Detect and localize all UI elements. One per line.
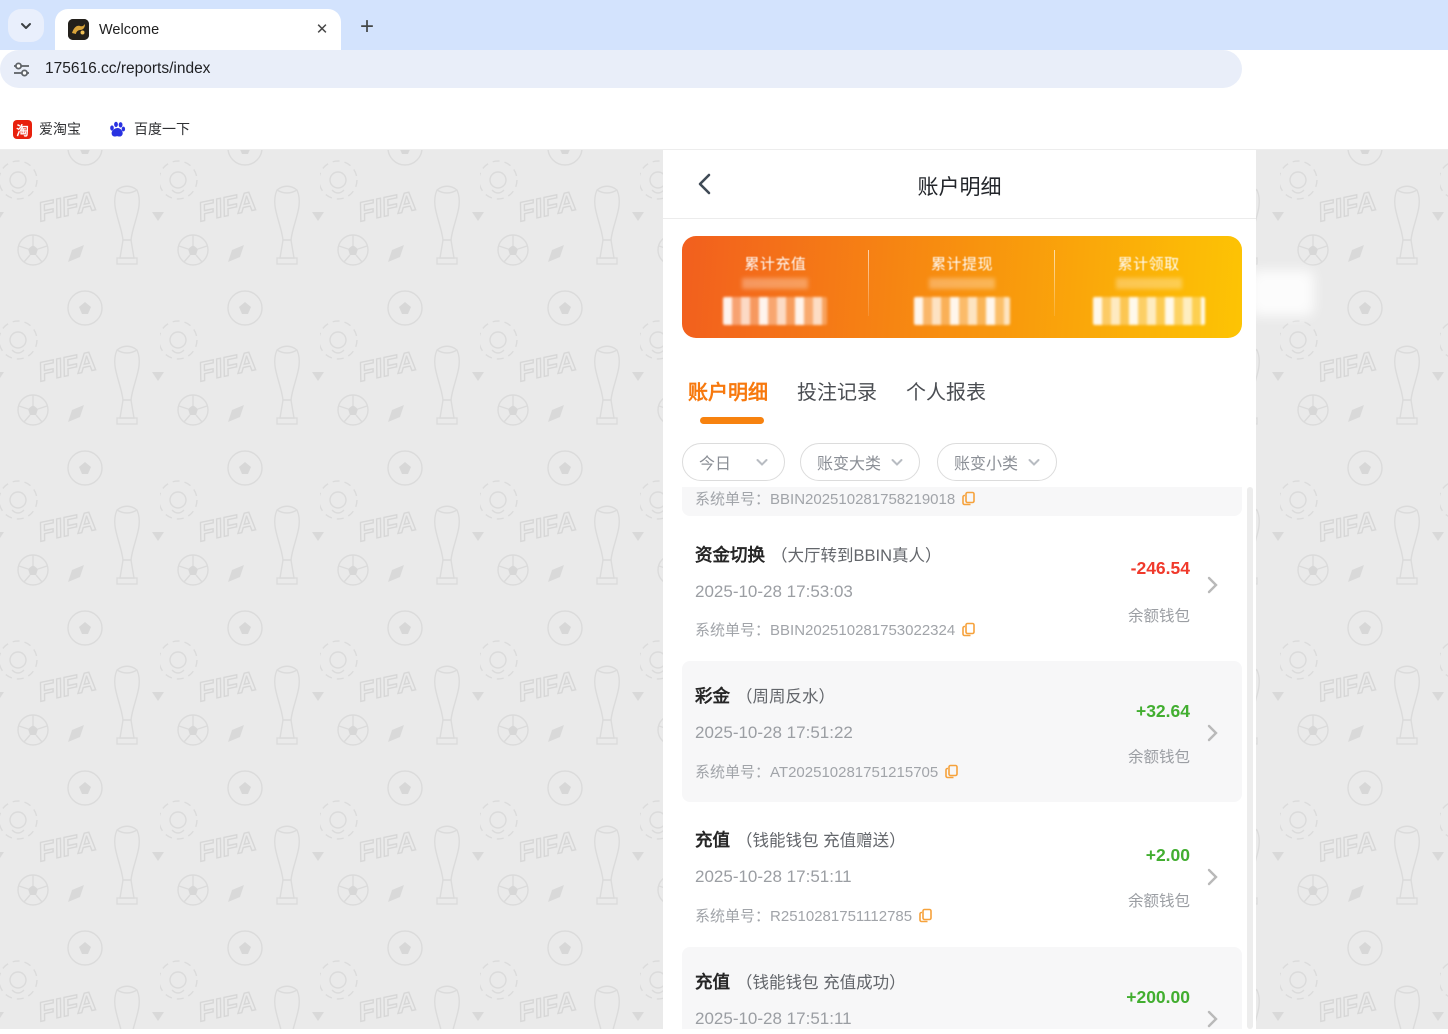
record-row-transfer[interactable]: 资金切换 （大厅转到BBIN真人） -246.54 2025-10-28 17:5…	[682, 530, 1242, 661]
record-amount: +2.00	[1146, 845, 1190, 866]
active-tab-underline	[700, 417, 764, 424]
record-type: 彩金	[695, 686, 730, 706]
browser-toolbar: 175616.cc/reports/index	[0, 50, 1448, 108]
tab-close-icon[interactable]: ✕	[313, 21, 331, 39]
tab-search-button[interactable]	[8, 9, 44, 42]
bookmark-label: 百度一下	[134, 119, 190, 139]
panel-scrollbar[interactable]	[1247, 487, 1253, 1029]
chevron-right-icon	[1202, 867, 1222, 887]
blurred-value	[1093, 297, 1205, 325]
serial-row: 系统单号：AT202510281751215705	[695, 761, 960, 782]
blurred-value	[723, 297, 827, 325]
chevron-right-icon	[1202, 1009, 1222, 1029]
summary-label: 累计充值	[682, 253, 869, 274]
url-text: 175616.cc/reports/index	[45, 60, 210, 78]
record-wallet: 余额钱包	[1128, 889, 1190, 911]
tab-bet-records[interactable]: 投注记录	[797, 376, 877, 405]
summary-label: 累计提现	[869, 253, 1056, 274]
bookmark-aitaobao[interactable]: 淘 爱淘宝	[13, 117, 81, 141]
bookmark-baidu[interactable]: 百度一下	[108, 117, 190, 141]
blurred-value	[914, 297, 1010, 325]
record-datetime: 2025-10-28 17:51:22	[695, 723, 853, 743]
tab-account-detail[interactable]: 账户明细	[688, 376, 768, 405]
chevron-down-icon	[19, 19, 33, 33]
record-wallet: 余额钱包	[1128, 745, 1190, 767]
filter-major-type-select[interactable]: 账变大类	[800, 443, 920, 481]
chevron-down-icon	[754, 454, 770, 470]
record-amount: -246.54	[1131, 558, 1190, 579]
chevron-down-icon	[889, 454, 905, 470]
filter-date-select[interactable]: 今日	[682, 443, 785, 481]
bookmarks-bar: 淘 爱淘宝 百度一下	[0, 108, 1448, 150]
record-wallet: 余额钱包	[1128, 604, 1190, 626]
record-row-deposit-bonus[interactable]: 充值（钱能钱包 充值赠送） +2.00 2025-10-28 17:51:11 …	[682, 805, 1242, 945]
serial-row: 系统单号：BBIN202510281753022324	[695, 619, 977, 640]
record-note: （大厅转到BBIN真人）	[771, 547, 942, 565]
record-amount: +200.00	[1126, 987, 1190, 1008]
record-type: 充值	[695, 830, 730, 850]
browser-tab[interactable]: Welcome ✕	[55, 9, 341, 50]
site-favicon-icon	[68, 19, 89, 40]
summary-col-withdraw: 累计提现	[869, 236, 1056, 338]
url-bar[interactable]: 175616.cc/reports/index	[0, 50, 1242, 88]
account-detail-panel: 账户明细 累计充值 累计提现 累计领取 账户明细 投注记录 个人报表 系统单号：…	[663, 150, 1256, 1029]
bookmark-label: 爱淘宝	[39, 119, 81, 139]
filter-minor-type-select[interactable]: 账变小类	[937, 443, 1057, 481]
tab-personal-report[interactable]: 个人报表	[906, 376, 986, 405]
record-type: 资金切换	[695, 545, 765, 565]
blurred-value	[1116, 278, 1182, 289]
copy-icon[interactable]	[962, 622, 977, 637]
new-tab-button[interactable]: +	[352, 12, 382, 42]
copy-icon[interactable]	[945, 764, 960, 779]
baidu-paw-icon	[108, 120, 127, 139]
site-settings-icon[interactable]	[12, 60, 31, 79]
summary-col-deposit: 累计充值	[682, 236, 869, 338]
report-tabs: 账户明细 投注记录 个人报表	[688, 376, 986, 405]
record-note: （钱能钱包 充值赠送）	[736, 832, 906, 850]
summary-card: 累计充值 累计提现 累计领取	[682, 236, 1242, 338]
summary-col-claim: 累计领取	[1055, 236, 1242, 338]
blurred-value	[929, 278, 995, 289]
taobao-icon: 淘	[13, 120, 32, 139]
chevron-right-icon	[1202, 723, 1222, 743]
record-note: （钱能钱包 充值成功）	[736, 974, 906, 992]
record-datetime: 2025-10-28 17:51:11	[695, 867, 852, 887]
summary-label: 累计领取	[1055, 253, 1242, 274]
browser-tab-strip: Welcome ✕ +	[0, 0, 1448, 50]
record-type: 充值	[695, 972, 730, 992]
filter-bar: 今日 账变大类 账变小类	[663, 425, 1256, 487]
record-note: （周周反水）	[736, 688, 835, 706]
blurred-value	[742, 278, 808, 289]
record-amount: +32.64	[1136, 701, 1190, 722]
copy-icon[interactable]	[919, 908, 934, 923]
chevron-down-icon	[1026, 454, 1042, 470]
tab-title: Welcome	[99, 22, 313, 38]
chevron-right-icon	[1202, 575, 1222, 595]
record-datetime: 2025-10-28 17:53:03	[695, 582, 853, 602]
blurred-smudge	[1250, 270, 1314, 316]
page-title: 账户明细	[663, 171, 1256, 201]
panel-header: 账户明细	[663, 150, 1256, 219]
copy-icon[interactable]	[962, 491, 977, 506]
serial-row: 系统单号：R2510281751112785	[695, 905, 934, 926]
serial-row: 系统单号：BBIN202510281758219018	[695, 488, 977, 509]
record-datetime: 2025-10-28 17:51:11	[695, 1009, 852, 1029]
record-row-deposit-success[interactable]: 充值 （钱能钱包 充值成功） +200.00 2025-10-28 17:51:1…	[682, 947, 1242, 1029]
record-row-bonus[interactable]: 彩金 （周周反水） +32.64 2025-10-28 17:51:22 余额钱包…	[682, 661, 1242, 802]
